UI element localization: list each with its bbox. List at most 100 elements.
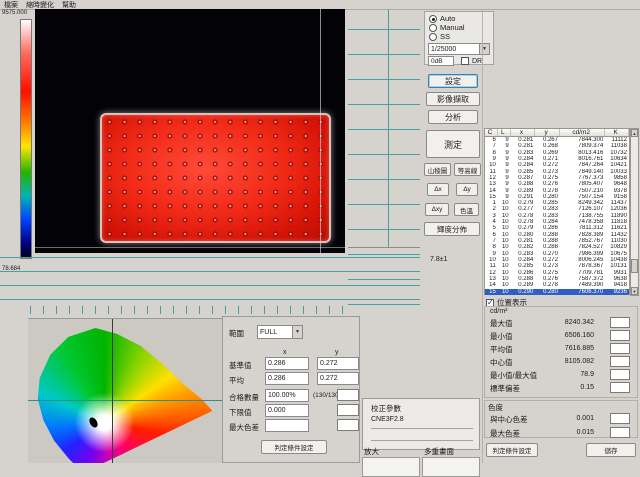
reference-y-field[interactable]: 0.272: [317, 357, 359, 370]
capture-settings-group: Auto Manual SS 1/25000 ▼ 0dB DR: [424, 11, 494, 65]
luminance-dist-button[interactable]: 輝度分佈: [424, 222, 480, 236]
calibration-value: CNE3F2.8: [371, 416, 404, 423]
radio-auto-label: Auto: [440, 14, 455, 23]
radio-ss-icon[interactable]: [429, 33, 437, 41]
shutter-select[interactable]: 1/25000 ▼: [428, 43, 490, 55]
reference-label: 基準值: [229, 360, 252, 371]
cie-horseshoe: [36, 325, 216, 463]
delta-y-button[interactable]: Δy: [456, 183, 478, 196]
scroll-up-icon[interactable]: ▲: [631, 129, 638, 137]
table-row[interactable]: 15100.2900.2807606.3709236: [485, 289, 629, 295]
contour-button[interactable]: 等高線: [454, 163, 481, 176]
measurement-table-body[interactable]: 690.2810.2677844.30011112790.2810.268780…: [484, 137, 630, 295]
color-temp-button[interactable]: 色溫: [454, 203, 479, 216]
col-y[interactable]: y: [535, 129, 560, 136]
lower-limit-field[interactable]: 0.000: [265, 404, 309, 417]
dr-label: DR: [472, 58, 482, 65]
stat-judgment-box: [610, 369, 630, 380]
col-x[interactable]: x: [511, 129, 536, 136]
average-y-field: 0.272: [317, 372, 359, 385]
dr-checkbox[interactable]: [461, 57, 469, 65]
radio-manual-icon[interactable]: [429, 24, 437, 32]
delta-xy-button[interactable]: Δxy: [425, 203, 449, 216]
pass-rate-field: 100.00%: [265, 389, 309, 402]
stat-value: 7616.885: [490, 345, 594, 352]
scroll-down-icon[interactable]: ▼: [631, 287, 638, 295]
menu-file[interactable]: 檔案: [4, 0, 18, 10]
reference-x-field[interactable]: 0.286: [265, 357, 309, 370]
stat-judgment-box: [610, 343, 630, 354]
range-judgment-panel: 範圍 FULL ▼ x y 基準值 0.286 0.272 平均 0.286 0…: [222, 316, 360, 463]
col-c[interactable]: C: [485, 129, 498, 136]
max-color-diff-label: 最大色差: [229, 422, 259, 433]
stat-value: 0.001: [490, 415, 594, 422]
radio-manual-label: Manual: [440, 23, 465, 32]
horizontal-profile-graph: [0, 253, 420, 309]
save-button[interactable]: 儲存: [586, 443, 636, 457]
stat-value: 0.015: [490, 429, 594, 436]
panel-separator: [482, 9, 483, 463]
calibration-label: 校正參數: [371, 403, 401, 414]
gain-field[interactable]: 0dB: [428, 56, 454, 66]
multi-screen-box[interactable]: [422, 457, 480, 477]
chroma-judgment-box: [610, 413, 630, 424]
chroma-title: 色度: [488, 402, 503, 413]
lower-limit-label: 下限值: [229, 407, 252, 418]
shutter-value: 1/25000: [429, 46, 479, 53]
lower-judgment-box: [337, 404, 359, 416]
chevron-down-icon[interactable]: ▼: [479, 44, 489, 54]
dr-checkbox-row[interactable]: DR: [461, 57, 482, 65]
delta-x-button[interactable]: Δx: [427, 183, 449, 196]
radio-auto[interactable]: Auto: [429, 14, 455, 23]
judgment-settings-button[interactable]: 判定條件設定: [261, 440, 327, 454]
stat-value: 8105.082: [490, 358, 594, 365]
stat-judgment-box: [610, 317, 630, 328]
stat-judgment-box: [610, 382, 630, 393]
stat-value: 8240.342: [490, 319, 594, 326]
stat-judgment-box: [610, 330, 630, 341]
image-capture-button[interactable]: 影像擷取: [426, 92, 480, 106]
range-select-value: FULL: [258, 329, 292, 336]
divider: [371, 440, 473, 441]
divider: [371, 428, 473, 429]
ridge-chart-button[interactable]: 山稜圖: [424, 163, 451, 176]
max-color-diff-field[interactable]: [265, 419, 309, 432]
cursor-vertical-line[interactable]: [320, 9, 321, 253]
zoom-label: 放大: [364, 446, 379, 457]
measure-button[interactable]: 測定: [426, 130, 480, 158]
stat-value: 6506.160: [490, 332, 594, 339]
profile-axis-ticks: [30, 306, 346, 314]
col-k[interactable]: K: [605, 129, 629, 136]
radio-ss-label: SS: [440, 32, 450, 41]
stat-judgment-box: [610, 356, 630, 367]
judgment-condition-button[interactable]: 判定條件設定: [486, 443, 538, 457]
scrollbar-thumb[interactable]: [631, 259, 638, 273]
range-label: 範圍: [229, 328, 244, 339]
profile-cursor-line[interactable]: [388, 9, 389, 247]
cursor-horizontal-line[interactable]: [35, 247, 345, 248]
colorbar-max-label: 9575.000: [2, 10, 27, 16]
radio-auto-icon[interactable]: [429, 15, 437, 23]
chevron-down-icon[interactable]: ▼: [292, 326, 302, 338]
cie-chromaticity-diagram[interactable]: [28, 318, 222, 463]
col-l[interactable]: L: [498, 129, 511, 136]
analyze-button[interactable]: 分析: [428, 110, 478, 124]
measured-display-panel: [100, 113, 331, 243]
range-select[interactable]: FULL ▼: [257, 325, 303, 339]
profile-readout: 7.8±1: [430, 256, 447, 263]
radio-ss[interactable]: SS: [429, 32, 450, 41]
zoom-box[interactable]: [362, 457, 420, 477]
settings-button[interactable]: 設定: [428, 74, 478, 88]
multi-screen-label: 多重畫面: [424, 446, 454, 457]
pass-rate-label: 合格數量: [229, 392, 259, 403]
maxdiff-judgment-box: [337, 419, 359, 431]
pass-judgment-box: [337, 389, 359, 401]
table-scrollbar[interactable]: ▲ ▼: [630, 128, 639, 296]
radio-manual[interactable]: Manual: [429, 23, 465, 32]
average-label: 平均: [229, 375, 244, 386]
measurement-image[interactable]: [35, 9, 345, 253]
chroma-judgment-box: [610, 427, 630, 438]
col-y-header: y: [335, 349, 339, 356]
col-cdm2[interactable]: cd/m2: [560, 129, 605, 136]
colorbar: [20, 19, 32, 259]
